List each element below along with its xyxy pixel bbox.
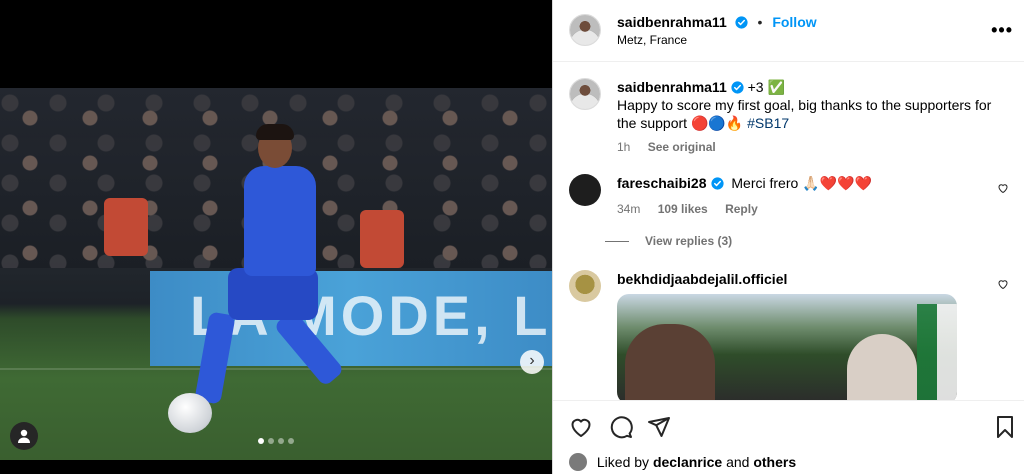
author-username[interactable]: saidbenrahma11 — [617, 14, 727, 30]
post-details-panel: saidbenrahma11 • Follow Metz, France •••… — [552, 0, 1024, 474]
author-avatar[interactable] — [569, 14, 601, 46]
author-avatar[interactable] — [569, 78, 601, 110]
comment-likes[interactable]: 109 likes — [658, 202, 708, 216]
carousel-dots — [258, 438, 294, 444]
see-original-button[interactable]: See original — [648, 140, 716, 154]
like-heart-icon[interactable] — [569, 415, 593, 439]
post-header: saidbenrahma11 • Follow Metz, France ••• — [553, 0, 1024, 62]
liked-by-prefix: Liked by — [596, 454, 650, 470]
verified-badge-icon — [710, 177, 724, 190]
liked-by-and: and — [726, 454, 750, 470]
more-options-icon[interactable]: ••• — [991, 20, 1013, 41]
steward-figure — [104, 198, 148, 256]
caption-time[interactable]: 1h — [617, 140, 630, 154]
share-paper-plane-icon[interactable] — [647, 415, 671, 439]
football — [168, 393, 212, 433]
caption-meta: 1h See original — [617, 138, 997, 156]
replies-line — [605, 241, 629, 243]
comment-bubble-icon[interactable] — [609, 415, 633, 439]
like-comment-heart-icon[interactable] — [997, 278, 1009, 290]
post-actions-bar: Liked by declanrice and others — [553, 400, 1024, 474]
header-separator: • — [757, 14, 763, 30]
caption-text: Happy to score my first goal, big thanks… — [617, 97, 992, 131]
carousel-dot — [288, 438, 294, 444]
comment-time[interactable]: 34m — [617, 202, 640, 216]
comment-attached-image[interactable] — [617, 294, 957, 400]
caption-username[interactable]: saidbenrahma11 — [617, 79, 727, 95]
follow-button[interactable]: Follow — [772, 14, 816, 30]
next-media-button[interactable]: › — [520, 350, 544, 374]
caption-badge-text: +3 ✅ — [747, 79, 785, 95]
view-replies-label[interactable]: View replies (3) — [645, 234, 732, 248]
comment-meta: 34m 109 likes Reply — [617, 200, 997, 218]
steward-figure — [360, 210, 404, 268]
comment-username[interactable]: fareschaibi28 — [617, 175, 707, 191]
commenter-avatar[interactable] — [569, 174, 601, 206]
user-icon — [18, 429, 30, 443]
player-figure — [194, 124, 360, 458]
post-media-pane: LA MODE, L › — [0, 0, 552, 474]
carousel-dot — [258, 438, 264, 444]
tagged-users-button[interactable] — [10, 422, 38, 450]
post-photo[interactable]: LA MODE, L › — [0, 88, 552, 460]
commenter-avatar[interactable] — [569, 270, 601, 302]
comments-section: saidbenrahma11 +3 ✅ Happy to score my fi… — [553, 62, 1024, 400]
caption-hashtag[interactable]: #SB17 — [747, 115, 789, 131]
view-replies-button[interactable]: View replies (3) — [605, 234, 732, 248]
post-location[interactable]: Metz, France — [617, 33, 687, 47]
verified-badge-icon — [735, 16, 748, 29]
liked-by-user[interactable]: declanrice — [653, 454, 722, 470]
like-comment-heart-icon[interactable] — [997, 182, 1009, 194]
comment-username[interactable]: bekhdidjaabdejalil.officiel — [617, 271, 787, 287]
verified-badge-icon — [731, 81, 744, 94]
liker-avatar[interactable] — [569, 453, 587, 471]
comment-text: Merci frero 🙏🏻❤️❤️❤️ — [731, 175, 872, 191]
carousel-dot — [268, 438, 274, 444]
liked-by-others[interactable]: others — [753, 454, 796, 470]
liked-by-summary: Liked by declanrice and others — [569, 453, 796, 471]
bookmark-icon[interactable] — [993, 415, 1017, 439]
reply-button[interactable]: Reply — [725, 202, 758, 216]
carousel-dot — [278, 438, 284, 444]
